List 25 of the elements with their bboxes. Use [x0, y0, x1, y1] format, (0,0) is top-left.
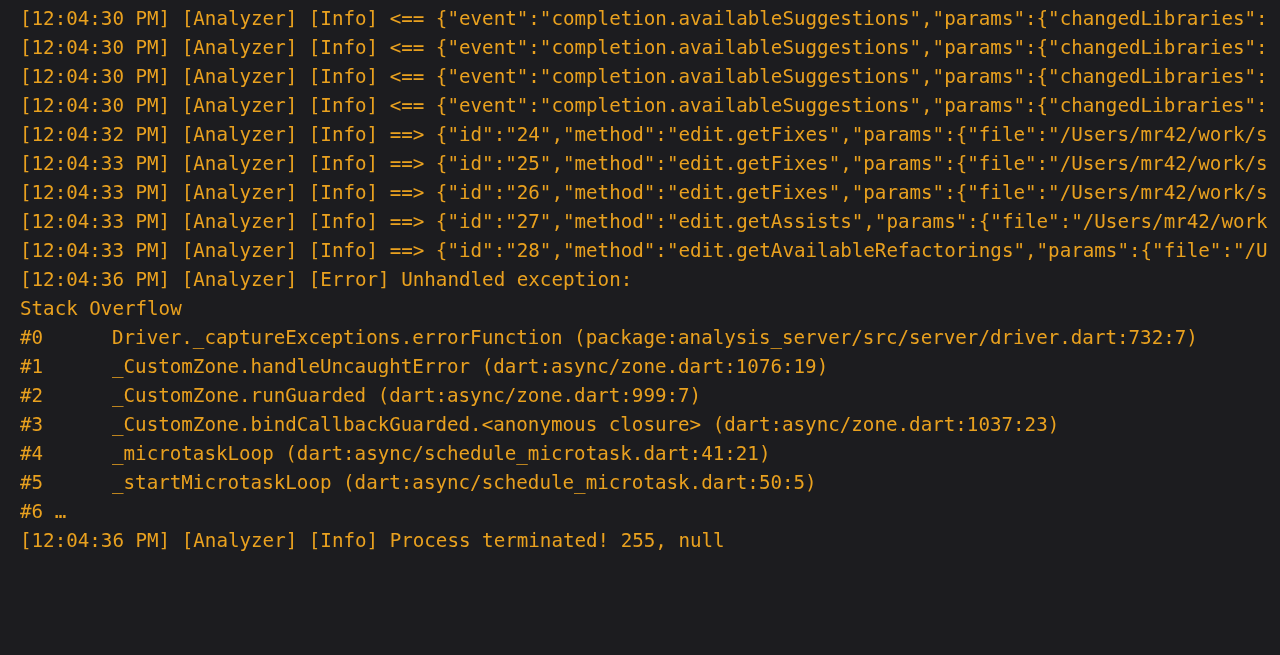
frame-number: #1: [20, 355, 45, 378]
stack-frame: _CustomZone.runGuarded (dart:async/zone.dart:999:7): [112, 384, 702, 407]
stack-frame: _startMicrotaskLoop (dart:async/schedule_microtask.dart:50:5): [112, 471, 817, 494]
log-line: #6 …: [20, 500, 67, 523]
frame-number: #3: [20, 413, 45, 436]
log-line: [12:04:32 PM] [Analyzer] [Info] ==> {"id":"24","method":"edit.getFixes","params":{"file":"/Users/mr42/work/s: [20, 123, 1268, 146]
frame-number: #4: [20, 442, 45, 465]
log-line: [12:04:36 PM] [Analyzer] [Error] Unhandled exception:: [20, 268, 633, 291]
log-line: Stack Overflow: [20, 297, 182, 320]
log-line: [12:04:33 PM] [Analyzer] [Info] ==> {"id":"28","method":"edit.getAvailableRefactorings","params":{"file":"/U: [20, 239, 1268, 262]
stack-frame: Driver._captureExceptions.errorFunction (package:analysis_server/src/server/driver.dart:732:7): [112, 326, 1198, 349]
log-line: [12:04:36 PM] [Analyzer] [Info] Process terminated! 255, null: [20, 529, 725, 552]
log-line: [12:04:33 PM] [Analyzer] [Info] ==> {"id":"25","method":"edit.getFixes","params":{"file":"/Users/mr42/work/s: [20, 152, 1268, 175]
frame-number: #2: [20, 384, 45, 407]
frame-number: #0: [20, 326, 45, 349]
log-line: [12:04:30 PM] [Analyzer] [Info] <== {"event":"completion.availableSuggestions","params":{"changedLibraries":: [20, 7, 1268, 30]
log-line: [12:04:30 PM] [Analyzer] [Info] <== {"event":"completion.availableSuggestions","params":{"changedLibraries":: [20, 65, 1268, 88]
log-line: [12:04:33 PM] [Analyzer] [Info] ==> {"id":"27","method":"edit.getAssists","params":{"file":"/Users/mr42/work: [20, 210, 1268, 233]
log-line: [12:04:30 PM] [Analyzer] [Info] <== {"event":"completion.availableSuggestions","params":{"changedLibraries":: [20, 94, 1268, 117]
stack-frame: _microtaskLoop (dart:async/schedule_microtask.dart:41:21): [112, 442, 771, 465]
stack-frame: _CustomZone.bindCallbackGuarded.<anonymous closure> (dart:async/zone.dart:1037:23): [112, 413, 1060, 436]
stack-frame: _CustomZone.handleUncaughtError (dart:async/zone.dart:1076:19): [112, 355, 829, 378]
frame-number: #5: [20, 471, 45, 494]
log-line: [12:04:30 PM] [Analyzer] [Info] <== {"event":"completion.availableSuggestions","params":{"changedLibraries":: [20, 36, 1268, 59]
log-line: [12:04:33 PM] [Analyzer] [Info] ==> {"id":"26","method":"edit.getFixes","params":{"file":"/Users/mr42/work/s: [20, 181, 1268, 204]
